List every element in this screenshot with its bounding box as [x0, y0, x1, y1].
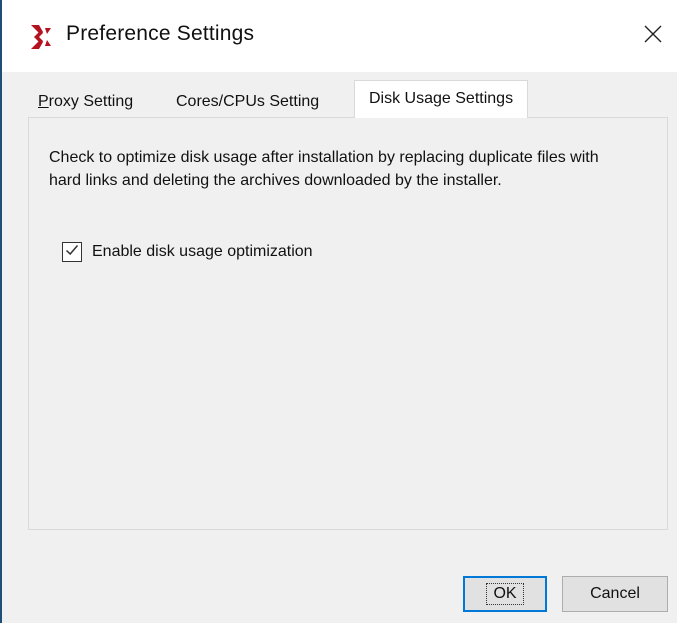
dialog-body: Proxy Setting Cores/CPUs Setting Disk Us… — [2, 72, 677, 623]
preference-settings-dialog: Preference Settings Proxy Setting Cores/… — [0, 0, 677, 623]
close-button[interactable] — [632, 18, 674, 54]
title-bar[interactable]: Preference Settings — [2, 0, 677, 72]
checkmark-icon — [65, 243, 79, 262]
tab-cores-label: Cores/CPUs Setting — [176, 93, 320, 110]
xilinx-logo-icon — [30, 24, 52, 50]
tab-proxy-setting[interactable]: Proxy Setting — [38, 87, 133, 117]
panel-description: Check to optimize disk usage after insta… — [49, 149, 599, 189]
disk-usage-panel: Check to optimize disk usage after insta… — [28, 117, 668, 530]
disk-optimization-checkbox-row[interactable]: Enable disk usage optimization — [62, 240, 313, 264]
tab-disk-usage-settings[interactable]: Disk Usage Settings — [354, 80, 529, 118]
tab-proxy-label: roxy Setting — [48, 93, 134, 110]
tab-disk-usage-label: Disk Usage Settings — [369, 90, 514, 107]
tab-proxy-mnemonic: P — [38, 93, 49, 110]
cancel-button[interactable]: Cancel — [562, 576, 668, 612]
close-icon — [644, 25, 662, 48]
checkbox-label: Enable disk usage optimization — [92, 243, 313, 260]
tab-strip: Proxy Setting Cores/CPUs Setting Disk Us… — [28, 80, 668, 118]
ok-button-label: OK — [486, 583, 524, 605]
ok-button[interactable]: OK — [463, 576, 547, 612]
disk-optimization-checkbox[interactable] — [62, 242, 82, 262]
dialog-title: Preference Settings — [66, 22, 255, 45]
tab-cores-cpus-setting[interactable]: Cores/CPUs Setting — [176, 87, 319, 117]
